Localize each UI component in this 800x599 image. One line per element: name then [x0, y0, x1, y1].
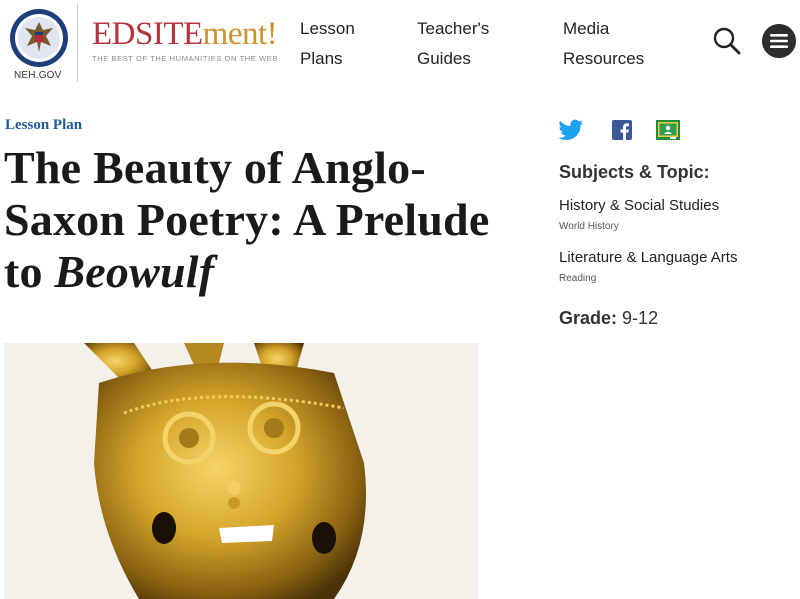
edsitement-logo[interactable]: EDSITEment!: [92, 16, 278, 52]
google-classroom-icon[interactable]: [655, 119, 681, 141]
nav-teachers-guides-line2: Guides: [417, 49, 471, 68]
search-icon[interactable]: [712, 26, 742, 56]
grade-level: Grade: 9-12: [559, 308, 658, 329]
neh-seal-icon[interactable]: [9, 8, 69, 68]
nav-teachers-guides[interactable]: Teacher's Guides: [417, 14, 489, 74]
topic-link-world-history[interactable]: World History: [559, 221, 619, 232]
title-line-3-prefix: to: [4, 246, 55, 297]
nav-media-resources[interactable]: Media Resources: [563, 14, 644, 74]
nav-lesson-plans-line1: Lesson: [300, 19, 355, 38]
content-type-label: Lesson Plan: [5, 117, 83, 133]
title-line-1: The Beauty of Anglo-: [4, 142, 426, 193]
grade-value: 9-12: [622, 308, 659, 328]
title-line-2: Saxon Poetry: A Prelude: [4, 194, 490, 245]
subject-link-history[interactable]: History & Social Studies: [559, 197, 719, 214]
logo-tagline: THE BEST OF THE HUMANITIES ON THE WEB: [92, 54, 278, 63]
nav-media-resources-line2: Resources: [563, 49, 645, 68]
subject-link-literature[interactable]: Literature & Language Arts: [559, 249, 737, 266]
logo-text-ment: ment!: [202, 16, 278, 52]
header-divider: [77, 4, 78, 82]
gold-artifact-illustration: [4, 343, 478, 599]
site-header: NEH.GOV EDSITEment! THE BEST OF THE HUMA…: [0, 0, 800, 90]
subjects-heading: Subjects & Topic:: [559, 162, 710, 182]
nav-lesson-plans[interactable]: Lesson Plans: [300, 14, 355, 74]
page-title: The Beauty of Anglo- Saxon Poetry: A Pre…: [4, 142, 499, 298]
twitter-icon[interactable]: [558, 119, 584, 141]
hamburger-menu-icon[interactable]: [762, 24, 796, 58]
nav-media-resources-line1: Media: [563, 19, 610, 38]
logo-text-edsite: EDSITE: [92, 16, 203, 52]
topic-link-reading[interactable]: Reading: [559, 273, 596, 284]
nav-teachers-guides-line1: Teacher's: [417, 19, 490, 38]
title-beowulf: Beowulf: [54, 246, 215, 297]
nav-lesson-plans-line2: Plans: [300, 49, 343, 68]
grade-label: Grade:: [559, 308, 618, 328]
hero-image-gold-artifact: [4, 343, 478, 599]
facebook-icon[interactable]: [609, 119, 635, 141]
neh-gov-label[interactable]: NEH.GOV: [14, 70, 62, 81]
